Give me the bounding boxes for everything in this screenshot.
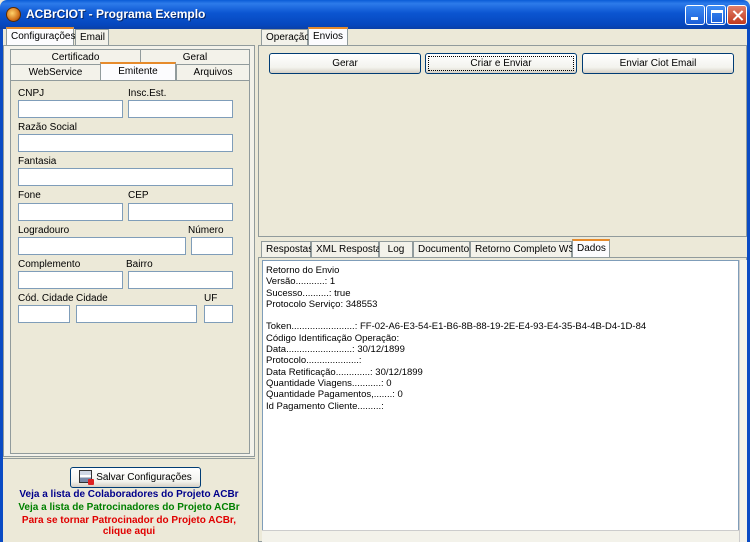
cod-cidade-field[interactable]: [18, 305, 70, 323]
insc-est-field[interactable]: [128, 100, 233, 118]
cep-label: CEP: [128, 190, 149, 201]
cep-field[interactable]: [128, 203, 233, 221]
close-icon: [728, 6, 746, 24]
razao-social-label: Razão Social: [18, 122, 77, 133]
fantasia-field[interactable]: [18, 168, 233, 186]
cod-cidade-label: Cód. Cidade: [18, 293, 74, 304]
vertical-scrollbar[interactable]: [739, 260, 747, 542]
link-tornar-patrocinador[interactable]: Para se tornar Patrocinador do Projeto A…: [3, 515, 255, 526]
salvar-configuracoes-button[interactable]: Salvar Configurações: [70, 467, 201, 488]
link-patrocinadores[interactable]: Veja a lista de Patrocinadores do Projet…: [3, 502, 255, 513]
razao-social-field[interactable]: [18, 134, 233, 152]
cidade-label: Cidade: [76, 293, 108, 304]
complemento-label: Complemento: [18, 259, 81, 270]
criar-enviar-button[interactable]: Criar e Enviar: [425, 53, 577, 74]
maximize-button[interactable]: [706, 5, 726, 25]
bairro-label: Bairro: [126, 259, 153, 270]
maximize-icon: [707, 6, 725, 24]
cnpj-label: CNPJ: [18, 88, 45, 99]
enviar-ciot-email-button[interactable]: Enviar Ciot Email: [582, 53, 734, 74]
minimize-icon: [686, 6, 704, 24]
numero-field[interactable]: [191, 237, 233, 255]
bairro-field[interactable]: [128, 271, 233, 289]
link-colaboradores[interactable]: Veja a lista de Colaboradores do Projeto…: [3, 489, 255, 500]
bottom-left-area: Salvar Configurações Veja a lista de Col…: [3, 458, 255, 542]
tab-dados[interactable]: Dados: [572, 239, 610, 257]
link-clique-aqui[interactable]: clique aqui: [3, 526, 255, 537]
fone-label: Fone: [18, 190, 41, 201]
tab-emitente[interactable]: Emitente: [100, 62, 176, 80]
tab-configuracoes[interactable]: Configurações: [6, 27, 75, 45]
complemento-field[interactable]: [18, 271, 123, 289]
uf-label: UF: [204, 293, 218, 304]
logradouro-label: Logradouro: [18, 225, 70, 236]
close-button[interactable]: [727, 5, 747, 25]
app-icon: [6, 7, 21, 22]
logradouro-field[interactable]: [18, 237, 186, 255]
insc-est-label: Insc.Est.: [128, 88, 167, 99]
cnpj-field[interactable]: [18, 100, 123, 118]
gerar-button[interactable]: Gerar: [269, 53, 421, 74]
fantasia-label: Fantasia: [18, 156, 57, 167]
title-bar[interactable]: ACBrCIOT - Programa Exemplo: [0, 0, 750, 29]
numero-label: Número: [188, 225, 224, 236]
dados-result-text[interactable]: Retorno do Envio Versão...........: 1 Su…: [262, 260, 739, 542]
horizontal-scrollbar[interactable]: [262, 530, 739, 542]
uf-field[interactable]: [204, 305, 233, 323]
tab-envios[interactable]: Envios: [308, 27, 348, 45]
salvar-configuracoes-label: Salvar Configurações: [96, 472, 192, 483]
fone-field[interactable]: [18, 203, 123, 221]
cidade-field[interactable]: [76, 305, 197, 323]
window-title: ACBrCIOT - Programa Exemplo: [26, 7, 206, 21]
minimize-button[interactable]: [685, 5, 705, 25]
save-icon: [79, 470, 95, 485]
